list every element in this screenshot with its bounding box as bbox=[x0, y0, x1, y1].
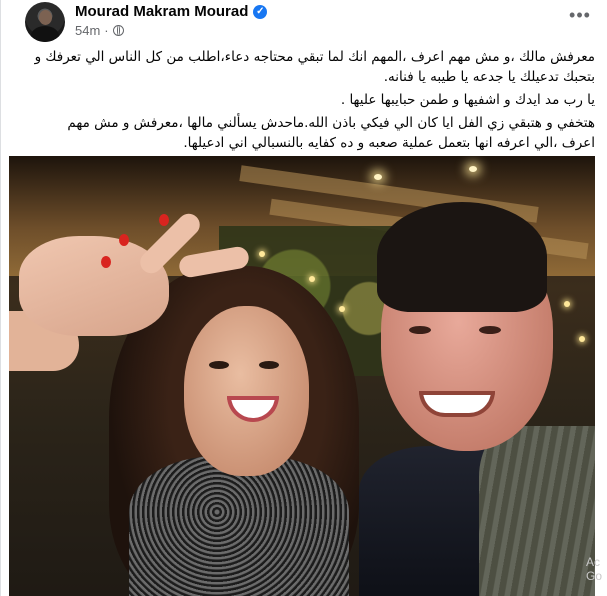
man-eye bbox=[479, 326, 501, 334]
post-header: Mourad Makram Mourad ✓ 54m · ••• bbox=[23, 2, 603, 46]
woman-face bbox=[184, 306, 309, 476]
post-meta: 54m · bbox=[75, 23, 124, 38]
verified-badge-icon: ✓ bbox=[253, 4, 268, 19]
bokeh-light bbox=[564, 301, 570, 307]
red-nail bbox=[159, 214, 169, 226]
man-eye bbox=[409, 326, 431, 334]
bokeh-light bbox=[259, 251, 265, 257]
selfie-photo[interactable] bbox=[9, 156, 595, 596]
ceiling-light bbox=[469, 166, 477, 172]
globe-icon bbox=[112, 25, 124, 36]
author-row: Mourad Makram Mourad ✓ bbox=[75, 3, 268, 20]
woman-eye bbox=[259, 361, 279, 369]
facebook-post: Mourad Makram Mourad ✓ 54m · ••• معرفش م… bbox=[0, 0, 607, 596]
woman-dress bbox=[129, 456, 349, 596]
author-avatar[interactable] bbox=[25, 2, 65, 42]
author-name[interactable]: Mourad Makram Mourad bbox=[75, 3, 248, 20]
post-paragraph-3: هتخفي و هتبقي زي الفل ايا كان الي فيكي ب… bbox=[67, 115, 595, 151]
man-scarf bbox=[479, 426, 595, 596]
bokeh-light bbox=[309, 276, 315, 282]
post-text: معرفش مالك ،و مش مهم اعرف ،المهم انك لما… bbox=[31, 47, 595, 156]
red-nail bbox=[119, 234, 129, 246]
bokeh-light bbox=[579, 336, 585, 342]
post-timestamp[interactable]: 54m bbox=[75, 23, 100, 38]
woman-eye bbox=[209, 361, 229, 369]
post-paragraph-2: يا رب مد ايدك و اشفيها و طمن حبايبها علي… bbox=[340, 92, 595, 108]
ceiling-light bbox=[374, 174, 382, 180]
avatar-face bbox=[39, 10, 52, 25]
avatar-body bbox=[31, 26, 59, 42]
red-nail bbox=[101, 256, 111, 268]
more-options-icon[interactable]: ••• bbox=[567, 6, 593, 28]
bokeh-light bbox=[339, 306, 345, 312]
man-hair bbox=[377, 202, 547, 312]
activate-windows-watermark: Ac Go bbox=[586, 555, 603, 583]
post-paragraph-1: معرفش مالك ،و مش مهم اعرف ،المهم انك لما… bbox=[34, 49, 595, 85]
